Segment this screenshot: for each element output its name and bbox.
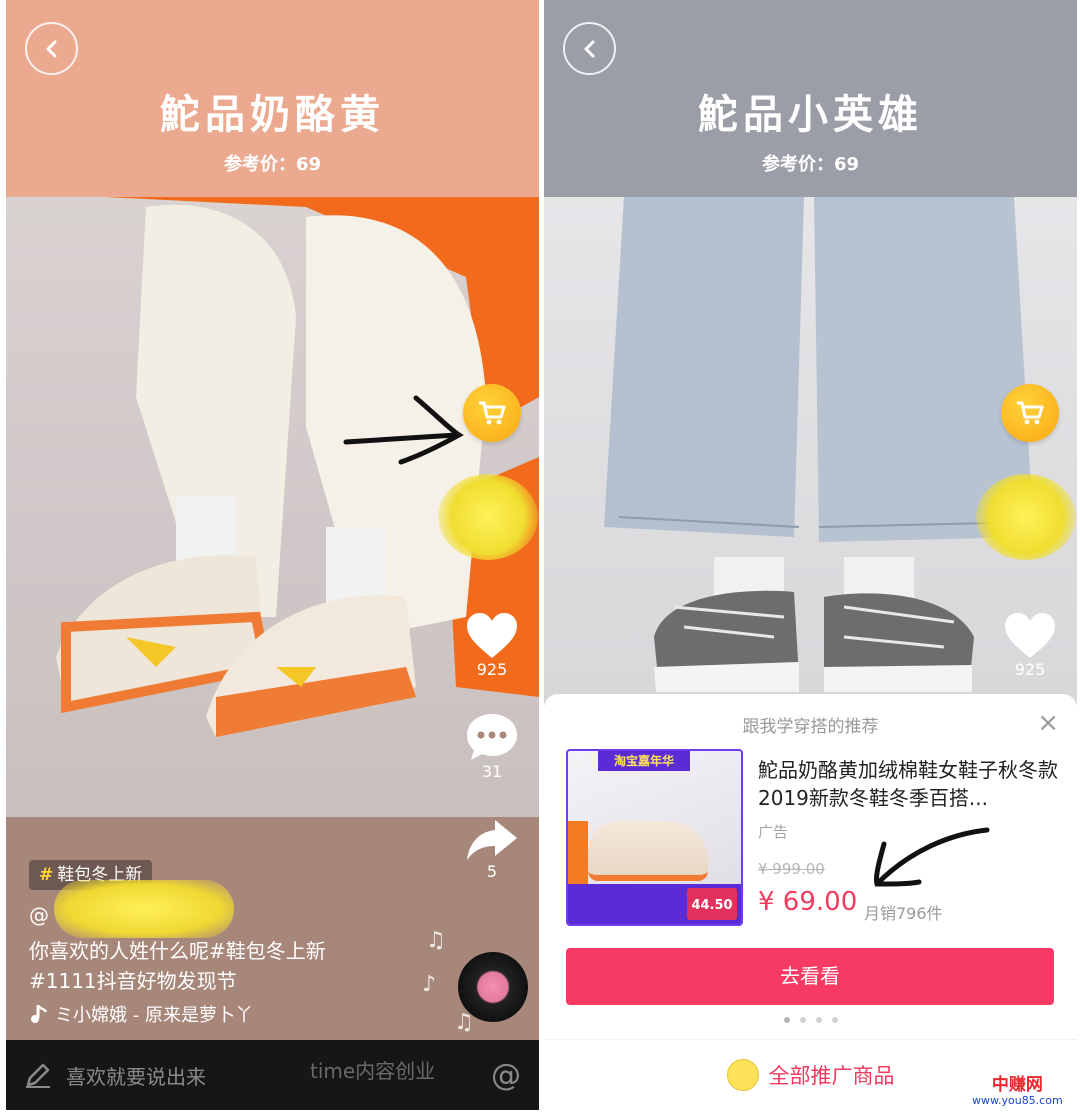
blurred-avatar[interactable]: [438, 474, 538, 560]
shopping-cart-button[interactable]: [463, 384, 521, 442]
carousel-dot[interactable]: [831, 1017, 838, 1023]
floating-note-icon: ♫: [426, 928, 446, 953]
cart-icon: [1017, 401, 1044, 425]
back-icon: [46, 40, 56, 57]
left-video-screen: 鮀品奶酪黄 参考价：69 925 31 5 # 鞋包冬上新 @ 你喜欢的人姓什么…: [6, 0, 539, 1110]
all-promoted-products-label: 全部推广商品: [768, 1063, 895, 1088]
hashtag-icon: #: [39, 865, 54, 885]
like-count: 925: [1014, 660, 1046, 679]
author-handle[interactable]: @: [29, 903, 49, 927]
monthly-sales: 月销796件: [864, 904, 943, 923]
ad-label: 广告: [758, 823, 789, 841]
thumbnail-shoe: [588, 821, 708, 881]
original-price: ¥ 999.00: [758, 860, 825, 878]
right-header: 鮀品小英雄 参考价：69: [544, 0, 1077, 197]
like-count: 925: [476, 660, 508, 679]
music-disc[interactable]: [458, 952, 528, 1022]
back-icon: [584, 40, 594, 57]
blurred-avatar[interactable]: [976, 474, 1076, 560]
like-button[interactable]: 925: [462, 612, 522, 679]
floating-note-icon: ♪: [422, 972, 437, 997]
right-video-screen: 鮀品小英雄 参考价：69 925 跟我学穿搭的推荐 × 淘宝嘉年华 44.50 …: [544, 0, 1077, 1110]
back-button[interactable]: [25, 22, 78, 75]
like-button[interactable]: 925: [1000, 612, 1060, 679]
blurred-username: [54, 880, 234, 938]
sneaker-photo-illustration: [604, 197, 1035, 692]
comment-icon: [467, 714, 517, 760]
music-title: ミ小嫦娥 - 原来是萝卜丫: [55, 1005, 253, 1026]
arrow-annotation: [343, 395, 464, 465]
carousel-dot[interactable]: [799, 1017, 806, 1023]
sheet-header: 跟我学穿搭的推荐: [742, 717, 879, 737]
comment-button[interactable]: 31: [462, 712, 522, 781]
carousel-dot[interactable]: [783, 1017, 790, 1023]
thumbnail-decoration: [568, 821, 588, 891]
back-button[interactable]: [563, 22, 616, 75]
reference-price: 参考价：69: [223, 154, 322, 175]
promo-banner: 淘宝嘉年华: [598, 751, 690, 771]
page-title: 鮀品小英雄: [698, 92, 923, 138]
share-button[interactable]: 5: [462, 818, 522, 881]
watermark: time内容创业: [310, 1059, 436, 1083]
product-photo: [544, 197, 1077, 697]
shopping-cart-button[interactable]: [1001, 384, 1059, 442]
product-recommendation-sheet: 跟我学穿搭的推荐 × 淘宝嘉年华 44.50 鮀品奶酪黄加绒棉鞋女鞋子秋冬款20…: [544, 694, 1077, 1110]
site-logo-name: 中赚网: [991, 1075, 1043, 1095]
pencil-icon: [26, 1063, 50, 1088]
video-caption: 你喜欢的人姓什么呢#鞋包冬上新 #1111抖音好物发现节: [29, 936, 409, 996]
thumbnail-price-badge: 44.50: [687, 888, 737, 920]
carousel-dots: [544, 1017, 1077, 1023]
heart-icon: [467, 613, 517, 658]
site-logo-url: www.you85.com: [972, 1094, 1063, 1107]
product-thumbnail[interactable]: 淘宝嘉年华 44.50: [566, 749, 743, 926]
comment-count: 31: [481, 762, 503, 781]
music-info[interactable]: ミ小嫦娥 - 原来是萝卜丫: [29, 1001, 253, 1027]
reference-price: 参考价：69: [761, 154, 860, 175]
product-title[interactable]: 鮀品奶酪黄加绒棉鞋女鞋子秋冬款2019新款冬鞋冬季百搭...: [758, 756, 1058, 812]
left-header: 鮀品奶酪黄 参考价：69: [6, 0, 539, 197]
cart-icon: [479, 401, 506, 425]
carousel-dot[interactable]: [815, 1017, 822, 1023]
heart-icon: [1005, 613, 1055, 658]
share-icon: [467, 820, 517, 860]
music-note-icon: [31, 1005, 47, 1023]
shop-avatar: [726, 1058, 759, 1091]
arrow-annotation: [874, 827, 990, 887]
current-price: ¥ 69.00: [758, 887, 858, 917]
share-count: 5: [486, 862, 498, 881]
comment-input-bar[interactable]: 喜欢就要说出来 @: [6, 1040, 539, 1110]
close-icon[interactable]: ×: [1037, 708, 1059, 738]
page-title: 鮀品奶酪黄: [160, 92, 385, 138]
view-product-button[interactable]: 去看看: [566, 948, 1054, 1005]
caption-line-1: 你喜欢的人姓什么呢#鞋包冬上新: [29, 939, 326, 963]
site-logo: 中赚网 www.you85.com: [972, 1076, 1063, 1108]
caption-line-2: #1111抖音好物发现节: [29, 969, 237, 993]
mention-button[interactable]: @: [491, 1058, 521, 1093]
